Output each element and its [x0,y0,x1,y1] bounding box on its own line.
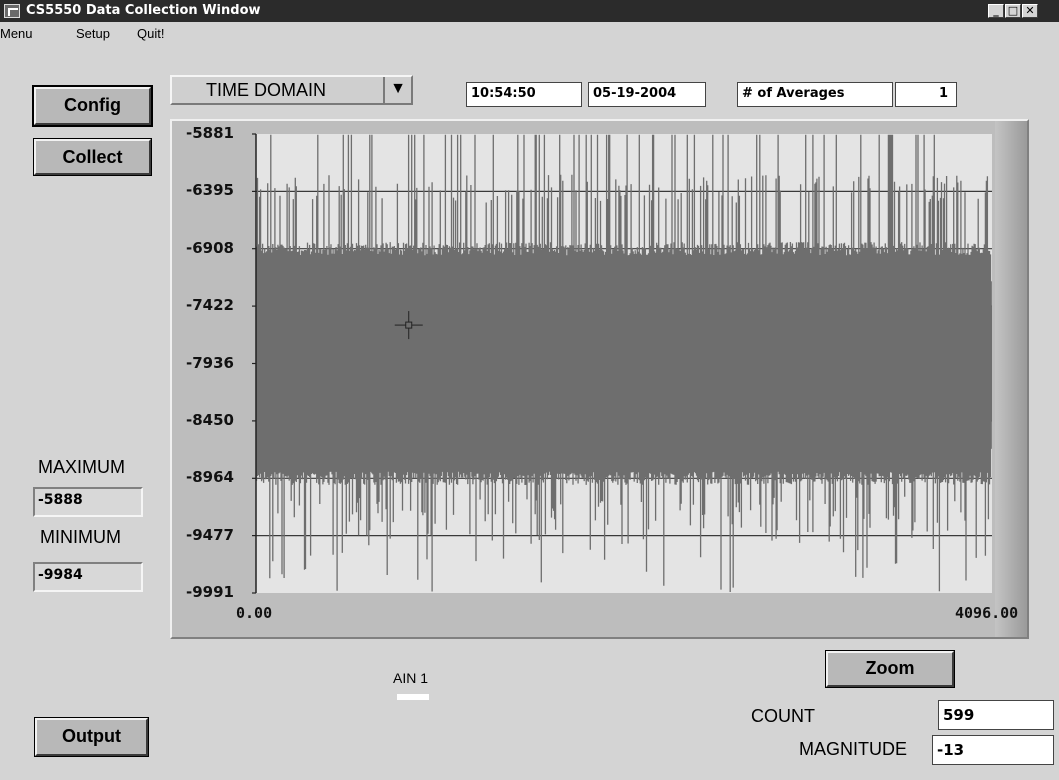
waveform-chart[interactable] [252,128,1002,598]
dropdown-arrow-icon[interactable]: ▼ [383,77,411,103]
config-button[interactable]: Config [32,85,153,127]
y-tick-label: -6395 [186,181,234,200]
date-display: 05-19-2004 [588,82,706,107]
y-tick-label: -5881 [186,124,234,142]
output-button[interactable]: Output [34,717,149,757]
count-label: COUNT [751,706,815,726]
legend-label: AIN 1 [393,670,429,686]
maximize-button[interactable]: □ [1005,4,1021,18]
y-tick-label: -7936 [186,353,234,372]
y-tick-label: -8450 [186,410,234,429]
y-tick-label: -7422 [186,296,234,315]
minimum-value: -9984 [33,562,143,592]
y-tick-label: -9991 [186,583,234,601]
y-tick-label: -8964 [186,468,234,487]
averages-field[interactable]: 1 [895,82,957,107]
close-button[interactable]: ✕ [1022,4,1038,18]
magnitude-field[interactable]: -13 [932,735,1054,765]
x-tick-end: 4096.00 [955,604,1019,622]
x-tick-start: 0.00 [236,604,273,622]
magnitude-label: MAGNITUDE [799,739,907,759]
time-display: 10:54:50 [466,82,582,107]
minimum-label: MINIMUM [40,527,121,547]
maximum-label: MAXIMUM [38,457,125,477]
display-mode-value: TIME DOMAIN [206,80,326,100]
title-bar: CS5550 Data Collection Window _ □ ✕ [0,0,1059,22]
count-field[interactable]: 599 [938,700,1054,730]
display-mode-select[interactable]: TIME DOMAIN ▼ [170,75,413,105]
zoom-button[interactable]: Zoom [825,650,955,688]
menu-bar: Menu Setup Quit! [0,22,1059,44]
menu-item-quit[interactable]: Quit! [137,26,164,41]
y-tick-label: -6908 [186,238,234,257]
window-title: CS5550 Data Collection Window [26,3,261,18]
maximum-value: -5888 [33,487,143,517]
averages-label: # of Averages [737,82,893,107]
collect-button[interactable]: Collect [33,138,152,176]
y-tick-label: -9477 [186,525,234,544]
legend-swatch [397,694,429,700]
menu-item-menu[interactable]: Menu [0,26,33,41]
minimize-button[interactable]: _ [988,4,1004,18]
app-icon [4,4,20,18]
menu-item-setup[interactable]: Setup [76,26,110,41]
